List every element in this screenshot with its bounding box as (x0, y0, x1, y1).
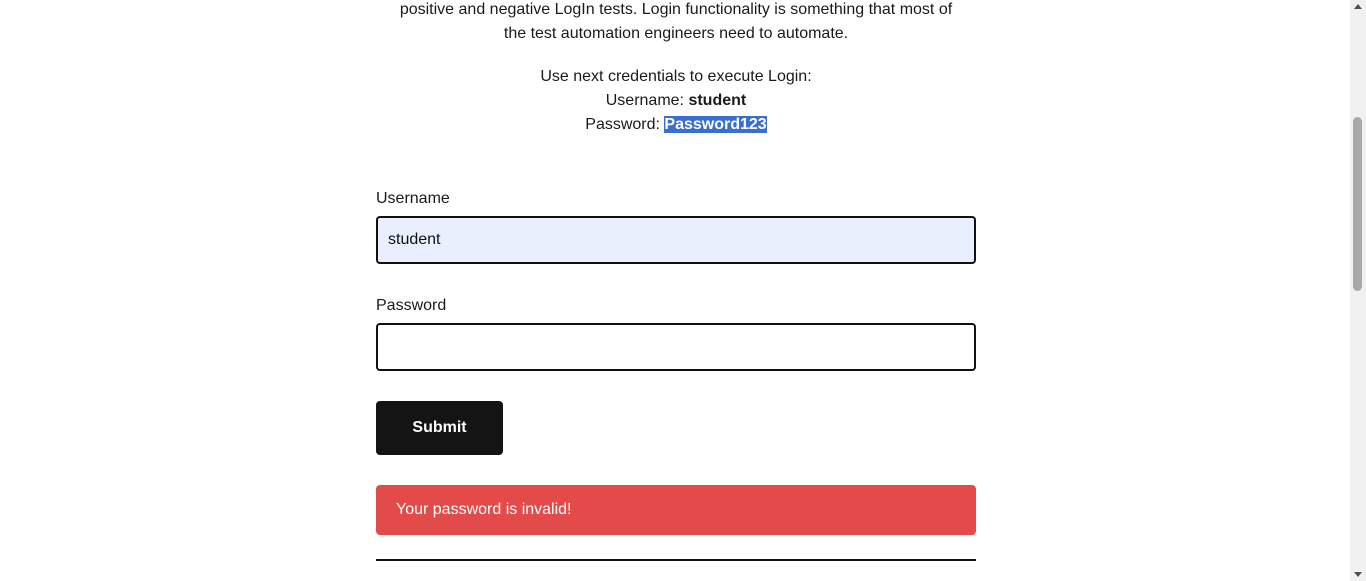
credentials-password-label: Password: (585, 116, 665, 133)
username-input[interactable] (376, 216, 976, 264)
credentials-username-label: Username: (605, 92, 689, 109)
scroll-down-arrow-icon[interactable] (1354, 572, 1362, 577)
credentials-block: Use next credentials to execute Login: U… (376, 65, 976, 137)
intro-line-2: the test automation engineers need to au… (503, 25, 849, 42)
divider (376, 559, 976, 561)
vertical-scrollbar[interactable] (1350, 0, 1366, 581)
intro-text: positive and negative LogIn tests. Login… (376, 0, 976, 46)
submit-button[interactable]: Submit (376, 401, 503, 455)
scrollbar-thumb[interactable] (1353, 117, 1362, 291)
credentials-password-value: Password123 (664, 116, 767, 133)
error-message: Your password is invalid! (376, 485, 976, 535)
credentials-heading: Use next credentials to execute Login: (540, 68, 812, 85)
page: positive and negative LogIn tests. Login… (0, 0, 1350, 581)
scroll-up-arrow-icon[interactable] (1354, 4, 1362, 9)
username-label: Username (376, 190, 450, 207)
credentials-username-value: student (688, 92, 747, 109)
password-label: Password (376, 297, 447, 314)
intro-line-1: positive and negative LogIn tests. Login… (399, 1, 953, 18)
error-message-text: Your password is invalid! (396, 501, 572, 518)
password-input[interactable] (376, 323, 976, 371)
